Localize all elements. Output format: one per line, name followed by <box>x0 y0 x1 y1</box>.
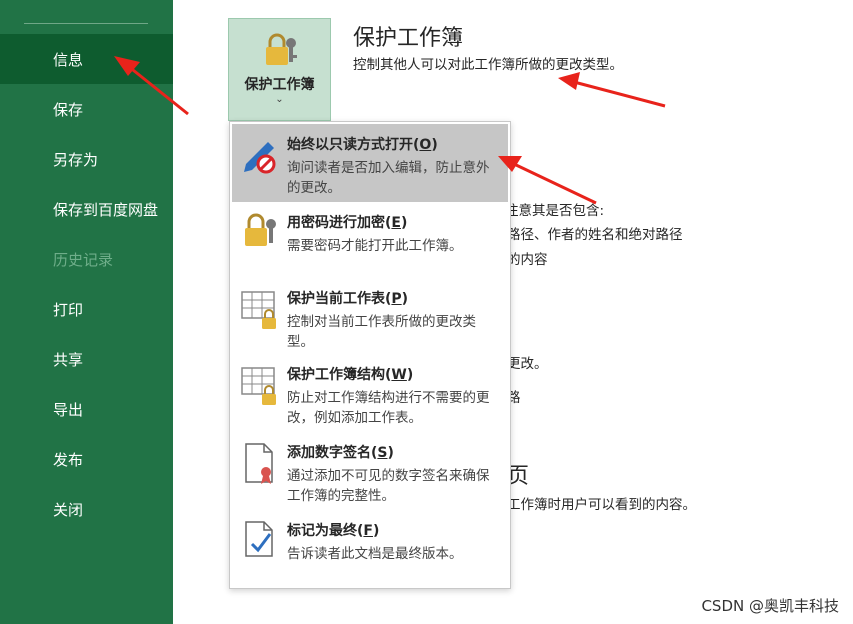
annotation-arrow-title <box>573 80 666 108</box>
section-title: 保护工作簿 <box>353 26 464 51</box>
menu-item-protect-structure[interactable]: 保护工作簿结构(W) 防止对工作簿结构进行不需要的更改，例如添加工作表。 <box>232 358 508 434</box>
menu-item-digital-signature[interactable]: 添加数字签名(S) 通过添加不可见的数字签名来确保工作簿的完整性。 <box>232 436 508 512</box>
inspect-text-1: 注意其是否包含: <box>505 203 605 219</box>
watermark-text: CSDN @奥凯丰科技 <box>701 597 839 615</box>
inspect-text-3: 的内容 <box>507 252 548 268</box>
menu-item-description: 需要密码才能打开此工作簿。 <box>287 238 463 254</box>
pencil-no-edit-icon <box>244 142 276 174</box>
menu-item-always-open-read-only[interactable]: 始终以只读方式打开(O) 询问读者是否加入编辑，防止意外的更改。 <box>232 124 508 202</box>
menu-item-encrypt-password[interactable]: 用密码进行加密(E) 需要密码才能打开此工作簿。 <box>232 204 508 278</box>
chevron-down-icon: ⌄ <box>275 94 284 105</box>
sidebar-item-history: 历史记录 <box>53 250 114 269</box>
menu-item-title: 保护工作簿结构(W) <box>287 367 414 383</box>
menu-item-description: 通过添加不可见的数字签名来确保工作簿的完整性。 <box>287 468 490 504</box>
protect-workbook-label: 保护工作簿 <box>244 77 315 93</box>
document-checkmark-icon <box>245 521 273 557</box>
menu-item-title: 添加数字签名(S) <box>287 445 394 461</box>
document-ribbon-icon <box>245 443 273 484</box>
menu-item-title: 用密码进行加密(E) <box>287 215 408 231</box>
menu-item-description: 控制对当前工作表所做的更改类型。 <box>287 314 476 350</box>
lock-key-icon <box>266 33 297 65</box>
browser-view-text: 工作簿时用户可以看到的内容。 <box>507 497 696 513</box>
menu-item-description: 告诉读者此文档是最终版本。 <box>287 546 463 562</box>
section-description: 控制其他人可以对此工作簿所做的更改类型。 <box>353 57 623 73</box>
sidebar-item-share[interactable]: 共享 <box>0 334 173 384</box>
workbook-lock-icon <box>241 367 276 405</box>
sidebar-item-save[interactable]: 保存 <box>0 84 173 134</box>
sidebar-item-print[interactable]: 打印 <box>0 284 173 334</box>
sidebar-item-close[interactable]: 关闭 <box>0 484 173 534</box>
sheet-lock-icon <box>241 291 276 329</box>
backstage-sidebar: 信息 保存 另存为 保存到百度网盘 历史记录 打印 共享 导出 发布 关闭 <box>0 0 173 624</box>
sidebar-item-info[interactable]: 信息 <box>0 34 173 84</box>
sidebar-item-save-as[interactable]: 另存为 <box>0 134 173 184</box>
sidebar-item-save-to-baidu[interactable]: 保存到百度网盘 <box>0 184 173 234</box>
menu-item-title: 保护当前工作表(P) <box>287 291 409 307</box>
protect-workbook-button[interactable]: 保护工作簿 ⌄ <box>228 18 331 121</box>
menu-item-description: 防止对工作簿结构进行不需要的更改，例如添加工作表。 <box>287 390 490 426</box>
sidebar-item-publish[interactable]: 发布 <box>0 434 173 484</box>
protect-workbook-menu: 始终以只读方式打开(O) 询问读者是否加入编辑，防止意外的更改。 用密码进行加密… <box>229 121 511 589</box>
menu-item-mark-as-final[interactable]: 标记为最终(F) 告诉读者此文档是最终版本。 <box>232 514 508 582</box>
sidebar-item-export[interactable]: 导出 <box>0 384 173 434</box>
inspect-text-2: 路径、作者的姓名和绝对路径 <box>507 227 683 243</box>
menu-item-title: 始终以只读方式打开(O) <box>287 137 438 153</box>
sidebar-divider <box>24 23 148 24</box>
menu-item-title: 标记为最终(F) <box>287 523 380 539</box>
menu-item-description: 询问读者是否加入编辑，防止意外的更改。 <box>287 160 490 196</box>
lock-key-icon <box>245 213 276 246</box>
menu-item-protect-sheet[interactable]: 保护当前工作表(P) 控制对当前工作表所做的更改类型。 <box>232 282 508 358</box>
inspect-text-4: 更改。 <box>507 356 548 372</box>
annotation-arrow-readonly <box>513 162 597 205</box>
